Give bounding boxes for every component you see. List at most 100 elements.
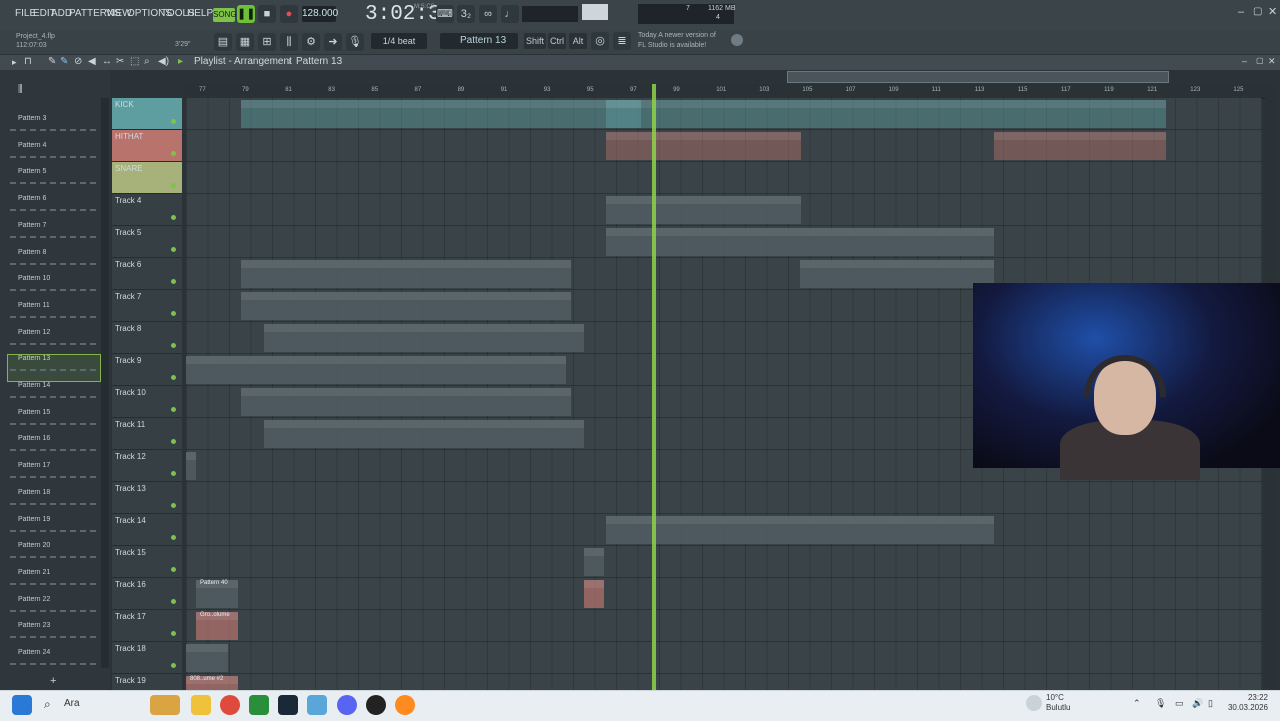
track-header[interactable]: Track 9 <box>112 354 182 386</box>
channel-rack-icon[interactable]: ⊞ <box>258 33 276 51</box>
pattern-clip[interactable] <box>241 292 571 320</box>
track-mute-led[interactable] <box>171 567 176 572</box>
draw-tool-icon[interactable]: ✎ <box>48 56 56 67</box>
pattern-picker-item[interactable]: Pattern 12 <box>8 329 100 355</box>
playback-tool-icon[interactable]: ◀) <box>158 56 169 67</box>
obs-icon[interactable] <box>366 695 386 715</box>
tempo-display[interactable]: 128.000 <box>302 6 338 22</box>
pattern-clip[interactable] <box>186 452 196 480</box>
chrome-icon[interactable] <box>220 695 240 715</box>
record-icon[interactable]: ● <box>280 5 298 23</box>
playlist-icon[interactable]: ▤ <box>214 33 232 51</box>
master-volume-slider[interactable] <box>582 4 608 20</box>
minimize-icon[interactable]: – <box>1238 6 1244 18</box>
xbox-icon[interactable] <box>249 695 269 715</box>
pattern-picker-item[interactable]: Pattern 10 <box>8 275 100 301</box>
track-header[interactable]: HITHAT <box>112 130 182 162</box>
taskbar-search[interactable]: Ara <box>64 698 80 709</box>
track-header[interactable]: Track 11 <box>112 418 182 450</box>
playlist-overview-scrollbar[interactable] <box>787 71 1169 83</box>
track-mute-led[interactable] <box>171 375 176 380</box>
pattern-picker-item[interactable]: Pattern 11 <box>8 302 100 328</box>
playhead-marker[interactable] <box>652 84 656 690</box>
shift-key-button[interactable]: Shift <box>524 33 546 49</box>
track-mute-led[interactable] <box>171 343 176 348</box>
taskbar-clock[interactable]: 23:22 30.03.2026 <box>1222 693 1268 713</box>
track-header[interactable]: Track 10 <box>112 386 182 418</box>
pattern-clip[interactable] <box>186 356 566 384</box>
pattern-clip[interactable] <box>241 388 571 416</box>
news-panel[interactable]: Today A newer version of FL Studio is av… <box>638 31 716 51</box>
online-news-icon[interactable]: ◎ <box>591 32 609 50</box>
microphone-icon[interactable]: 🎙 <box>346 33 364 51</box>
picker-scrollbar[interactable] <box>101 98 109 668</box>
playlist-maximize-icon[interactable]: ▢ <box>1256 56 1264 65</box>
track-mute-led[interactable] <box>171 535 176 540</box>
pattern-picker-item[interactable]: Pattern 21 <box>8 569 100 595</box>
track-mute-led[interactable] <box>171 471 176 476</box>
pause-icon[interactable]: ❚❚ <box>237 5 255 23</box>
track-mute-led[interactable] <box>171 407 176 412</box>
select-tool-icon[interactable]: ⬚ <box>130 56 139 67</box>
picker-view-icon[interactable]: ⫼ <box>18 84 23 95</box>
track-header[interactable]: KICK <box>112 98 182 130</box>
track-mute-led[interactable] <box>171 151 176 156</box>
track-header[interactable]: Track 5 <box>112 226 182 258</box>
countdown-icon[interactable]: 3₂ <box>457 5 475 23</box>
playlist-close-icon[interactable]: ✕ <box>1268 56 1276 67</box>
file-explorer-icon[interactable] <box>191 695 211 715</box>
track-header[interactable]: Track 4 <box>112 194 182 226</box>
steam-icon[interactable] <box>278 695 298 715</box>
track-mute-led[interactable] <box>171 183 176 188</box>
track-header[interactable]: Track 16 <box>112 578 182 610</box>
track-header[interactable]: Track 8 <box>112 322 182 354</box>
song-mode-button[interactable]: SONG <box>213 8 237 22</box>
pattern-picker-item[interactable]: Pattern 6 <box>8 195 100 221</box>
search-icon[interactable]: ⌕ <box>44 697 51 712</box>
pattern-picker-item[interactable]: Pattern 7 <box>8 222 100 248</box>
pattern-clip[interactable] <box>606 132 801 160</box>
menu-help[interactable]: HELP <box>187 8 213 19</box>
track-mute-led[interactable] <box>171 311 176 316</box>
network-icon[interactable]: ▭ <box>1175 698 1184 709</box>
track-mute-led[interactable] <box>171 215 176 220</box>
pattern-clip[interactable] <box>800 260 994 288</box>
pattern-clip[interactable] <box>264 324 584 352</box>
track-mute-led[interactable] <box>171 279 176 284</box>
fl-studio-icon[interactable] <box>395 695 415 715</box>
taskbar-weather[interactable]: 10°C Bulutlu <box>1046 693 1070 713</box>
pattern-clip[interactable] <box>186 644 228 672</box>
pattern-picker-item[interactable]: Pattern 19 <box>8 516 100 542</box>
browser-icon[interactable]: ➜ <box>324 33 342 51</box>
add-pattern-icon[interactable]: + <box>50 675 56 687</box>
pattern-picker-item[interactable]: Pattern 18 <box>8 489 100 515</box>
windows-start-icon[interactable] <box>12 695 32 715</box>
pattern-picker-item[interactable]: Pattern 16 <box>8 435 100 461</box>
pattern-picker-item[interactable]: Pattern 15 <box>8 409 100 435</box>
pattern-picker-item[interactable]: Pattern 20 <box>8 542 100 568</box>
close-icon[interactable]: ✕ <box>1268 5 1277 18</box>
track-header[interactable]: Track 7 <box>112 290 182 322</box>
slip-tool-icon[interactable]: ↔ <box>102 56 112 67</box>
widgets-icon[interactable] <box>150 695 180 715</box>
volume-icon[interactable]: 🔊 <box>1192 698 1203 709</box>
track-mute-led[interactable] <box>171 119 176 124</box>
playlist-minimize-icon[interactable]: – <box>1242 56 1247 66</box>
plugin-picker-icon[interactable]: ⚙ <box>302 33 320 51</box>
microphone-tray-icon[interactable]: 🎙 <box>1155 698 1166 709</box>
track-header[interactable]: Track 17 <box>112 610 182 642</box>
zoom-tool-icon[interactable]: ⌕ <box>144 56 150 67</box>
magnet-snap-icon[interactable]: ⊓ <box>24 56 32 67</box>
track-mute-led[interactable] <box>171 663 176 668</box>
pattern-clip[interactable] <box>606 516 994 544</box>
timeline-ruler[interactable]: 77 79 81 83 85 87 89 91 93 95 97 99 101 103 105 107 109 1… <box>185 84 1265 99</box>
playlist-play-icon[interactable]: ▸ <box>178 56 183 67</box>
maximize-icon[interactable]: ▢ <box>1253 6 1262 17</box>
pattern-clip[interactable] <box>241 260 571 288</box>
hint-bar-icon[interactable]: ≣ <box>613 32 631 50</box>
typing-keyboard-icon[interactable]: ⌨ <box>436 5 454 23</box>
delete-tool-icon[interactable]: ⊘ <box>74 56 82 67</box>
track-header[interactable]: Track 15 <box>112 546 182 578</box>
loop-record-icon[interactable]: ∞ <box>479 5 497 23</box>
tray-chevron-icon[interactable]: ⌃ <box>1133 698 1141 709</box>
